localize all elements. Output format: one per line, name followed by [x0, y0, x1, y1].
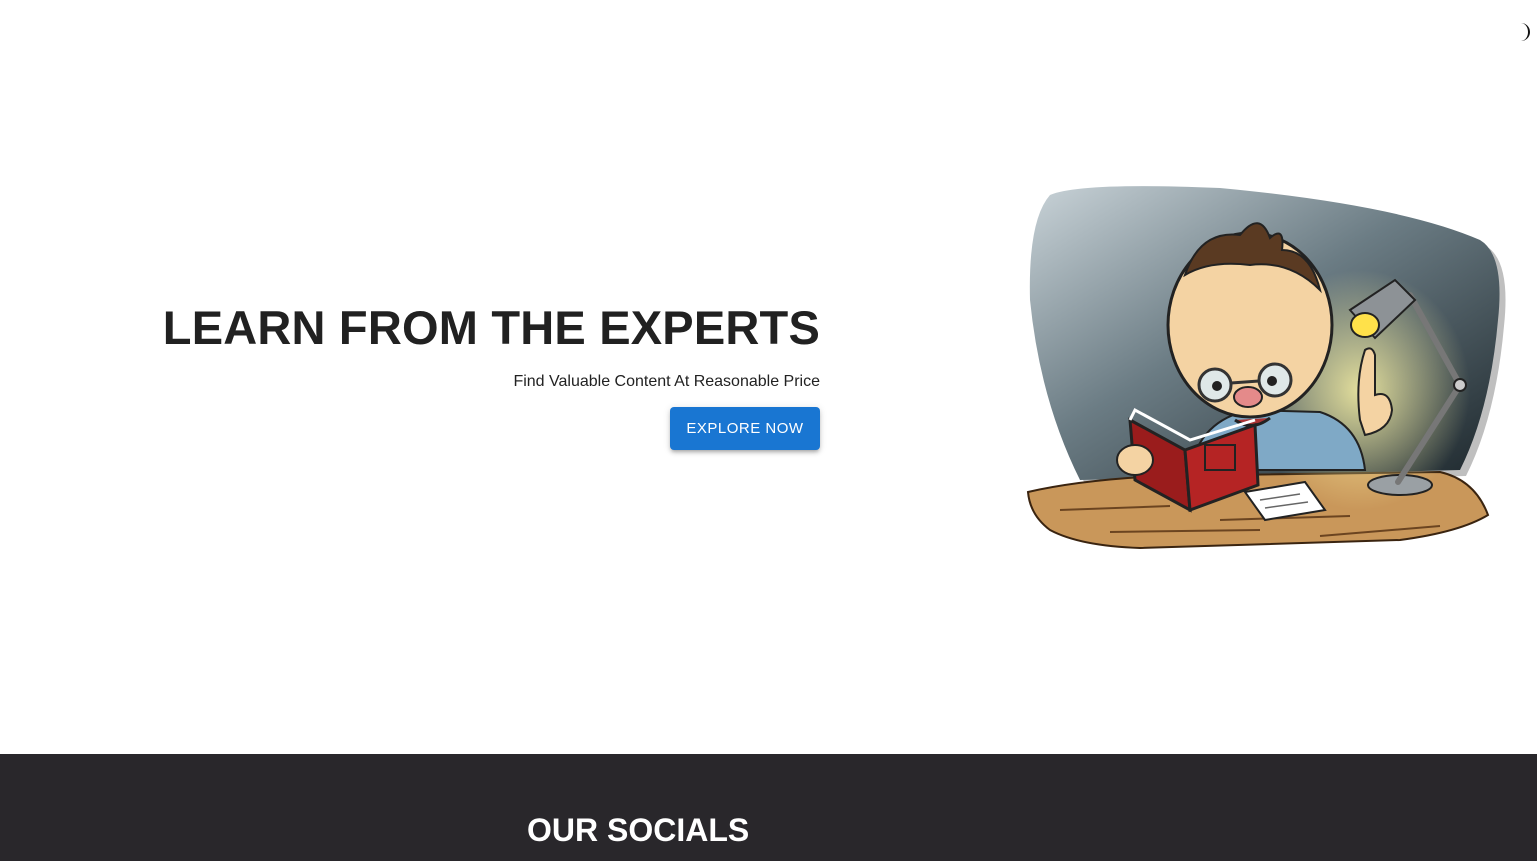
hero-section: LEARN FROM THE EXPERTS Find Valuable Con… [0, 0, 1537, 754]
footer-section: OUR SOCIALS [0, 754, 1537, 861]
hero-text-block: LEARN FROM THE EXPERTS Find Valuable Con… [163, 300, 820, 450]
footer-title: OUR SOCIALS [527, 812, 750, 848]
professor-reading-illustration [1026, 186, 1506, 550]
explore-now-button[interactable]: EXPLORE NOW [670, 407, 820, 450]
page: LEARN FROM THE EXPERTS Find Valuable Con… [0, 0, 1537, 861]
hero-subtitle: Find Valuable Content At Reasonable Pric… [513, 373, 820, 390]
hero-title: LEARN FROM THE EXPERTS [162, 301, 820, 354]
